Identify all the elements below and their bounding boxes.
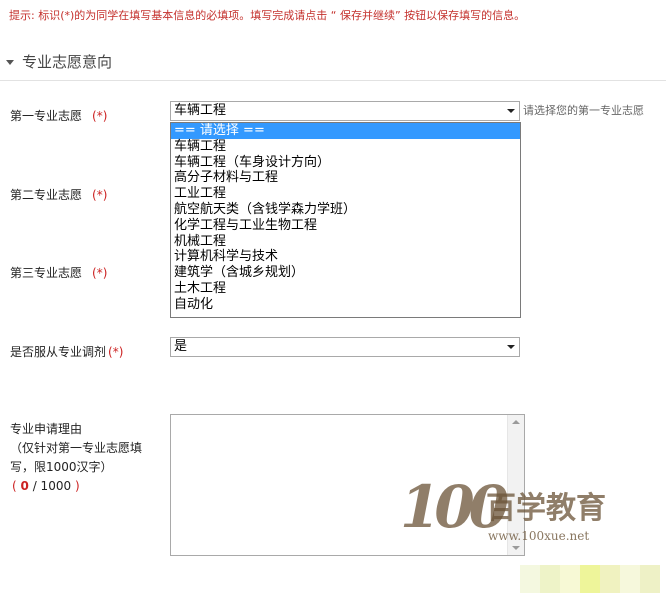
dropdown-option[interactable]: 建筑学（含城乡规划） xyxy=(171,265,520,281)
dropdown-option[interactable]: 车辆工程（车身设计方向） xyxy=(171,155,520,171)
first-choice-label-text: 第一专业志愿 xyxy=(10,109,83,123)
watermark-logo: 100 百学教育 www.100xue.net xyxy=(400,473,606,553)
required-mark: (*) xyxy=(92,109,108,123)
logo-name: 百学教育 xyxy=(486,491,606,526)
mosaic-tile xyxy=(540,565,560,593)
section-divider xyxy=(0,80,666,81)
dropdown-option[interactable]: 自动化 xyxy=(171,297,520,313)
dropdown-option[interactable]: 车辆工程 xyxy=(171,139,520,155)
mosaic-tile xyxy=(620,565,640,593)
mosaic-tile xyxy=(560,565,580,593)
first-choice-value: 车辆工程 xyxy=(174,103,227,118)
required-fields-notice: 提示: 标识(*)的为同学在填写基本信息的必填项。填写完成请点击 “ 保存并继续… xyxy=(9,9,526,22)
decorative-mosaic xyxy=(520,565,660,593)
reason-label-line: （仅针对第一专业志愿填 xyxy=(10,441,143,455)
first-choice-select[interactable]: 车辆工程 xyxy=(170,101,520,121)
reason-label: 专业申请理由 （仅针对第一专业志愿填 写，限1000汉字） xyxy=(10,420,142,477)
third-choice-label: 第三专业志愿 (*) xyxy=(10,264,107,281)
dropdown-option[interactable]: 计算机科学与技术 xyxy=(171,249,520,265)
adjust-label: 是否服从专业调剂 (*) xyxy=(10,343,123,360)
counter-close: ) xyxy=(74,479,80,493)
reason-label-line: 专业申请理由 xyxy=(10,422,83,436)
counter-open: ( xyxy=(12,479,17,493)
logo-url: www.100xue.net xyxy=(488,529,590,543)
section-title: 专业志愿意向 xyxy=(22,53,113,71)
mosaic-tile xyxy=(580,565,600,593)
mosaic-tile xyxy=(640,565,660,593)
adjust-label-text: 是否服从专业调剂 xyxy=(10,345,107,359)
mosaic-tile xyxy=(600,565,620,593)
chevron-down-icon xyxy=(507,109,515,113)
required-mark: (*) xyxy=(108,345,124,359)
adjust-value: 是 xyxy=(174,339,188,354)
first-choice-label: 第一专业志愿 (*) xyxy=(10,107,107,124)
second-choice-label: 第二专业志愿 (*) xyxy=(10,186,107,203)
dropdown-option[interactable]: 化学工程与工业生物工程 xyxy=(171,218,520,234)
dropdown-option[interactable]: 机械工程 xyxy=(171,234,520,250)
section-header[interactable]: 专业志愿意向 xyxy=(6,51,112,72)
first-choice-dropdown-list[interactable]: == 请选择 == 车辆工程 车辆工程（车身设计方向） 高分子材料与工程 工业工程 航空航… xyxy=(170,122,521,318)
reason-label-line: 写，限1000汉字） xyxy=(10,460,113,474)
scroll-up-icon[interactable] xyxy=(512,420,520,424)
counter-value: 0 xyxy=(20,479,29,493)
second-choice-label-text: 第二专业志愿 xyxy=(10,188,83,202)
dropdown-option[interactable]: == 请选择 == xyxy=(171,123,520,139)
mosaic-tile xyxy=(520,565,540,593)
required-mark: (*) xyxy=(92,188,108,202)
dropdown-option[interactable]: 高分子材料与工程 xyxy=(171,170,520,186)
dropdown-option[interactable]: 航空航天类（含钱学森力学班） xyxy=(171,202,520,218)
collapse-caret-icon[interactable] xyxy=(6,59,14,65)
char-counter: ( 0 / 1000 ) xyxy=(12,479,80,493)
chevron-down-icon xyxy=(507,345,515,349)
required-mark: (*) xyxy=(92,266,108,280)
third-choice-label-text: 第三专业志愿 xyxy=(10,266,83,280)
dropdown-option[interactable]: 土木工程 xyxy=(171,281,520,297)
dropdown-option[interactable]: 工业工程 xyxy=(171,186,520,202)
first-choice-hint: 请选择您的第一专业志愿 xyxy=(523,104,644,117)
adjust-select[interactable]: 是 xyxy=(170,337,520,357)
counter-max: / 1000 xyxy=(32,479,72,493)
